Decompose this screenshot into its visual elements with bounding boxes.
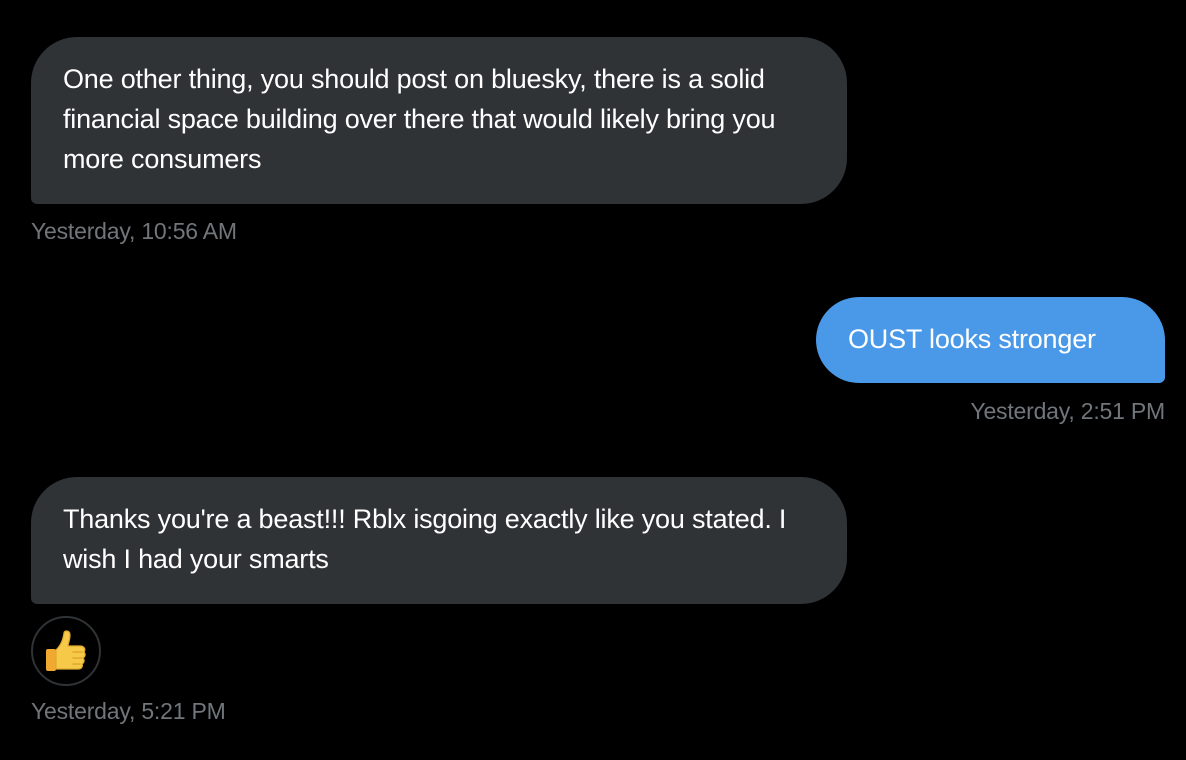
message-text: One other thing, you should post on blue…	[63, 64, 776, 174]
message-bubble-incoming[interactable]: One other thing, you should post on blue…	[31, 37, 847, 204]
message-bubble-incoming[interactable]: Thanks you're a beast!!! Rblx isgoing ex…	[31, 477, 847, 604]
message-text: OUST looks stronger	[848, 324, 1096, 354]
message-text: Thanks you're a beast!!! Rblx isgoing ex…	[63, 504, 787, 574]
message-timestamp: Yesterday, 2:51 PM	[970, 398, 1165, 424]
reaction-badge[interactable]	[31, 616, 101, 686]
message-bubble-outgoing[interactable]: OUST looks stronger	[816, 297, 1165, 383]
message-timestamp: Yesterday, 5:21 PM	[31, 698, 226, 724]
thumbs-up-icon	[46, 630, 86, 671]
message-timestamp: Yesterday, 10:56 AM	[31, 218, 237, 244]
